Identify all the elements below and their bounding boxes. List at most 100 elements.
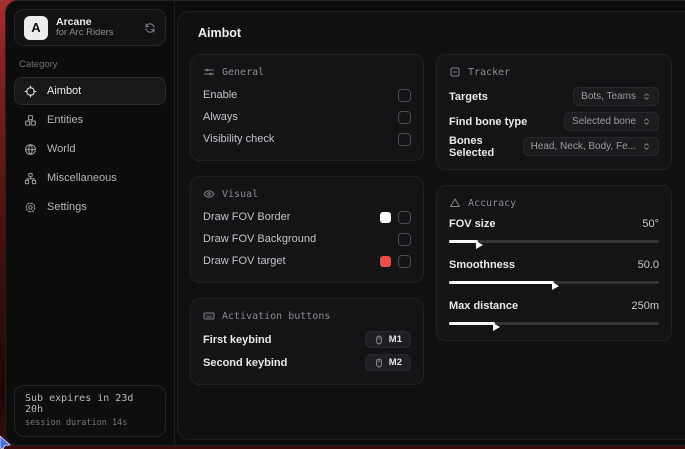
accuracy-card-header: Accuracy: [449, 197, 659, 209]
visibility-check-checkbox[interactable]: [398, 133, 411, 146]
fov-target-color-swatch[interactable]: [380, 256, 391, 267]
mouse-icon: [374, 335, 384, 345]
always-checkbox[interactable]: [398, 111, 411, 124]
card-title: Accuracy: [468, 198, 516, 209]
setting-row-enable: Enable: [203, 84, 411, 106]
dropdown-value: Head, Neck, Body, Fe...: [531, 141, 636, 152]
boxes-icon: [24, 114, 37, 127]
card-title: Visual: [222, 189, 258, 200]
second-keybind-button[interactable]: M2: [365, 354, 411, 371]
sidebar-nav: Aimbot Entities World: [14, 77, 166, 221]
sidebar-item-miscellaneous[interactable]: Miscellaneous: [14, 164, 166, 192]
row-controls: [380, 211, 411, 224]
chevrons-up-down-icon: [642, 117, 651, 126]
setting-label: FOV size: [449, 218, 495, 230]
setting-label: Smoothness: [449, 259, 515, 271]
tracker-card-header: Tracker: [449, 66, 659, 78]
setting-group-max-distance: Max distance 250m: [449, 297, 659, 328]
setting-label: Find bone type: [449, 116, 527, 128]
page-title: Aimbot: [198, 26, 685, 40]
row-controls: [398, 233, 411, 246]
setting-label: First keybind: [203, 334, 271, 346]
draw-fov-target-checkbox[interactable]: [398, 255, 411, 268]
slider-fill: [449, 240, 478, 243]
category-label: Category: [19, 59, 161, 70]
sub-expiry-text: Sub expires in 23d 20h: [25, 393, 155, 415]
general-card-header: General: [203, 66, 411, 78]
setting-label: Targets: [449, 91, 488, 103]
draw-fov-background-checkbox[interactable]: [398, 233, 411, 246]
setting-label: Enable: [203, 89, 237, 101]
sidebar-item-label: Miscellaneous: [47, 172, 117, 184]
setting-row-targets: Targets Bots, Teams: [449, 84, 659, 109]
slider-fill: [449, 322, 495, 325]
sidebar: A Arcane for Arc Riders Category Aimbot: [6, 1, 175, 445]
setting-label: Bones Selected: [449, 135, 523, 159]
setting-label: Max distance: [449, 300, 518, 312]
card-title: Activation buttons: [222, 311, 330, 322]
max-distance-slider[interactable]: [449, 318, 659, 328]
left-column: General Enable Always Visibility check: [190, 54, 424, 385]
bones-selected-dropdown[interactable]: Head, Neck, Body, Fe...: [523, 137, 659, 156]
setting-label: Draw FOV Border: [203, 211, 290, 223]
keybind-value: M1: [389, 334, 402, 345]
setting-row-draw-fov-border: Draw FOV Border: [203, 206, 411, 228]
draw-fov-border-checkbox[interactable]: [398, 211, 411, 224]
keybind-value: M2: [389, 357, 402, 368]
sidebar-item-settings[interactable]: Settings: [14, 193, 166, 221]
chevrons-up-down-icon: [642, 142, 651, 151]
sidebar-item-label: Entities: [47, 114, 83, 126]
crosshair-icon: [24, 85, 37, 98]
visual-card: Visual Draw FOV Border Draw FOV Backgrou…: [190, 176, 424, 283]
fov-size-slider[interactable]: [449, 236, 659, 246]
setting-label: Draw FOV target: [203, 255, 286, 267]
first-keybind-button[interactable]: M1: [365, 331, 411, 348]
setting-group-fov-size: FOV size 50°: [449, 215, 659, 246]
main-area: Aimbot General Enable: [175, 1, 685, 445]
setting-group-smoothness: Smoothness 50.0: [449, 256, 659, 287]
setting-row-draw-fov-background: Draw FOV Background: [203, 228, 411, 250]
dropdown-value: Selected bone: [572, 116, 636, 127]
row-controls: [380, 255, 411, 268]
smoothness-slider[interactable]: [449, 277, 659, 287]
sidebar-item-world[interactable]: World: [14, 135, 166, 163]
keyboard-icon: [203, 310, 215, 322]
general-card: General Enable Always Visibility check: [190, 54, 424, 161]
gear-icon: [24, 201, 37, 214]
card-title: General: [222, 67, 264, 78]
fov-border-color-swatch[interactable]: [380, 212, 391, 223]
app-window: A Arcane for Arc Riders Category Aimbot: [5, 0, 685, 446]
sidebar-item-label: Aimbot: [47, 85, 81, 97]
setting-row-draw-fov-target: Draw FOV target: [203, 250, 411, 272]
scan-minus-icon: [449, 66, 461, 78]
enable-checkbox[interactable]: [398, 89, 411, 102]
slider-thumb[interactable]: [552, 282, 559, 290]
activation-card-header: Activation buttons: [203, 310, 411, 322]
sidebar-item-label: Settings: [47, 201, 87, 213]
slider-value: 250m: [631, 300, 659, 312]
setting-row-bones-selected: Bones Selected Head, Neck, Body, Fe...: [449, 134, 659, 159]
session-duration-text: session duration 14s: [25, 418, 155, 428]
sidebar-item-label: World: [47, 143, 76, 155]
mouse-icon: [374, 358, 384, 368]
slider-thumb[interactable]: [493, 323, 500, 331]
sync-icon[interactable]: [144, 22, 156, 34]
find-bone-type-dropdown[interactable]: Selected bone: [564, 112, 659, 131]
setting-row-first-keybind: First keybind M1: [203, 328, 411, 351]
sidebar-item-entities[interactable]: Entities: [14, 106, 166, 134]
setting-row-find-bone-type: Find bone type Selected bone: [449, 109, 659, 134]
slider-value: 50°: [642, 218, 659, 230]
card-columns: General Enable Always Visibility check: [190, 54, 685, 385]
setting-row-always: Always: [203, 106, 411, 128]
setting-label: Always: [203, 111, 238, 123]
targets-dropdown[interactable]: Bots, Teams: [573, 87, 659, 106]
brand-card: A Arcane for Arc Riders: [14, 9, 166, 46]
sliders-icon: [203, 66, 215, 78]
slider-thumb[interactable]: [476, 241, 483, 249]
dropdown-value: Bots, Teams: [581, 91, 636, 102]
sidebar-item-aimbot[interactable]: Aimbot: [14, 77, 166, 105]
subscription-info-box: Sub expires in 23d 20h session duration …: [14, 385, 166, 437]
right-column: Tracker Targets Bots, Teams: [436, 54, 672, 341]
eye-icon: [203, 188, 215, 200]
content-panel: Aimbot General Enable: [177, 11, 685, 440]
